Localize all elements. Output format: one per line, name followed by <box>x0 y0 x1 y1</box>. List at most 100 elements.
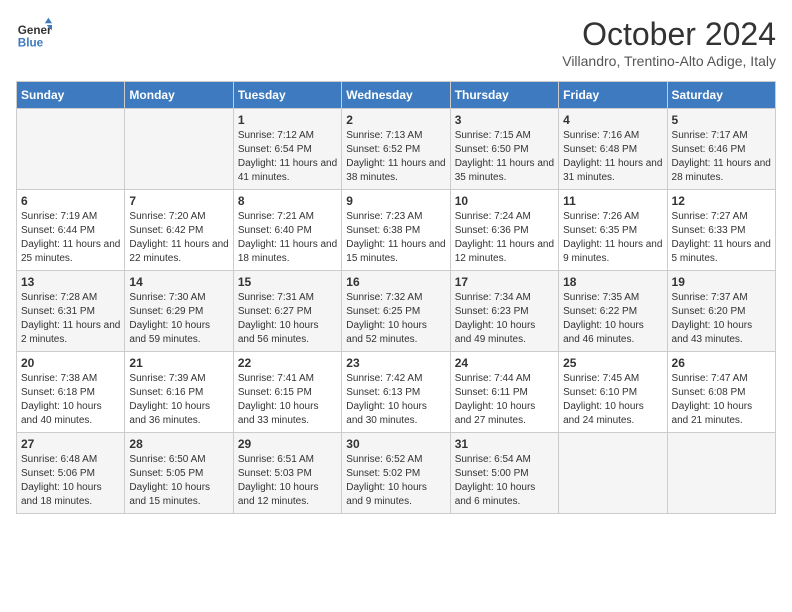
day-number: 5 <box>672 113 771 127</box>
day-number: 27 <box>21 437 120 451</box>
day-info: Sunrise: 7:44 AM Sunset: 6:11 PM Dayligh… <box>455 372 554 428</box>
svg-text:General: General <box>18 24 52 37</box>
calendar-cell: 19 Sunrise: 7:37 AM Sunset: 6:20 PM Dayli… <box>667 271 775 352</box>
day-info: Sunrise: 7:35 AM Sunset: 6:22 PM Dayligh… <box>563 291 662 347</box>
day-info: Sunrise: 7:41 AM Sunset: 6:15 PM Dayligh… <box>238 372 337 428</box>
day-info: Sunrise: 7:15 AM Sunset: 6:50 PM Dayligh… <box>455 129 554 185</box>
day-number: 24 <box>455 356 554 370</box>
day-header-wednesday: Wednesday <box>342 82 450 109</box>
day-info: Sunrise: 7:27 AM Sunset: 6:33 PM Dayligh… <box>672 210 771 266</box>
day-info: Sunrise: 7:12 AM Sunset: 6:54 PM Dayligh… <box>238 129 337 185</box>
calendar-cell: 25Sunrise: 7:45 AM Sunset: 6:10 PM Dayli… <box>559 352 667 433</box>
day-info: Sunrise: 7:21 AM Sunset: 6:40 PM Dayligh… <box>238 210 337 266</box>
logo: General Blue <box>16 16 52 52</box>
day-info: Sunrise: 7:16 AM Sunset: 6:48 PM Dayligh… <box>563 129 662 185</box>
calendar-cell <box>125 109 233 190</box>
day-number: 7 <box>129 194 228 208</box>
calendar-cell: 16 Sunrise: 7:32 AM Sunset: 6:25 PM Dayli… <box>342 271 450 352</box>
calendar-cell: 18 Sunrise: 7:35 AM Sunset: 6:22 PM Dayli… <box>559 271 667 352</box>
svg-text:Blue: Blue <box>18 37 44 50</box>
day-number: 19 <box>672 275 771 289</box>
day-number: 31 <box>455 437 554 451</box>
calendar-cell: 20Sunrise: 7:38 AM Sunset: 6:18 PM Dayli… <box>17 352 125 433</box>
calendar-cell: 26 Sunrise: 7:47 AM Sunset: 6:08 PM Dayli… <box>667 352 775 433</box>
day-info: Sunrise: 7:32 AM Sunset: 6:25 PM Dayligh… <box>346 291 445 347</box>
calendar-cell: 29 Sunrise: 6:51 AM Sunset: 5:03 PM Dayli… <box>233 433 341 514</box>
calendar-cell: 23Sunrise: 7:42 AM Sunset: 6:13 PM Dayli… <box>342 352 450 433</box>
day-info: Sunrise: 7:26 AM Sunset: 6:35 PM Dayligh… <box>563 210 662 266</box>
calendar-table: SundayMondayTuesdayWednesdayThursdayFrid… <box>16 81 776 514</box>
day-number: 8 <box>238 194 337 208</box>
day-info: Sunrise: 6:48 AM Sunset: 5:06 PM Dayligh… <box>21 453 120 509</box>
day-info: Sunrise: 7:45 AM Sunset: 6:10 PM Dayligh… <box>563 372 662 428</box>
calendar-cell: 4 Sunrise: 7:16 AM Sunset: 6:48 PM Daylig… <box>559 109 667 190</box>
calendar-cell: 6Sunrise: 7:19 AM Sunset: 6:44 PM Daylig… <box>17 190 125 271</box>
calendar-cell <box>667 433 775 514</box>
calendar-cell: 14 Sunrise: 7:30 AM Sunset: 6:29 PM Dayli… <box>125 271 233 352</box>
calendar-cell: 13Sunrise: 7:28 AM Sunset: 6:31 PM Dayli… <box>17 271 125 352</box>
day-info: Sunrise: 7:17 AM Sunset: 6:46 PM Dayligh… <box>672 129 771 185</box>
calendar-cell: 5 Sunrise: 7:17 AM Sunset: 6:46 PM Daylig… <box>667 109 775 190</box>
day-number: 14 <box>129 275 228 289</box>
day-info: Sunrise: 7:24 AM Sunset: 6:36 PM Dayligh… <box>455 210 554 266</box>
day-header-friday: Friday <box>559 82 667 109</box>
calendar-cell: 31 Sunrise: 6:54 AM Sunset: 5:00 PM Dayli… <box>450 433 558 514</box>
day-number: 28 <box>129 437 228 451</box>
calendar-cell: 3Sunrise: 7:15 AM Sunset: 6:50 PM Daylig… <box>450 109 558 190</box>
day-number: 10 <box>455 194 554 208</box>
calendar-cell: 8 Sunrise: 7:21 AM Sunset: 6:40 PM Daylig… <box>233 190 341 271</box>
location-subtitle: Villandro, Trentino-Alto Adige, Italy <box>562 53 776 69</box>
week-row-5: 27 Sunrise: 6:48 AM Sunset: 5:06 PM Dayli… <box>17 433 776 514</box>
day-number: 4 <box>563 113 662 127</box>
calendar-body: 1 Sunrise: 7:12 AM Sunset: 6:54 PM Daylig… <box>17 109 776 514</box>
calendar-cell: 10 Sunrise: 7:24 AM Sunset: 6:36 PM Dayli… <box>450 190 558 271</box>
day-info: Sunrise: 7:47 AM Sunset: 6:08 PM Dayligh… <box>672 372 771 428</box>
day-info: Sunrise: 7:42 AM Sunset: 6:13 PM Dayligh… <box>346 372 445 428</box>
day-number: 29 <box>238 437 337 451</box>
day-header-tuesday: Tuesday <box>233 82 341 109</box>
day-info: Sunrise: 7:31 AM Sunset: 6:27 PM Dayligh… <box>238 291 337 347</box>
day-info: Sunrise: 7:23 AM Sunset: 6:38 PM Dayligh… <box>346 210 445 266</box>
day-info: Sunrise: 6:54 AM Sunset: 5:00 PM Dayligh… <box>455 453 554 509</box>
calendar-cell: 1 Sunrise: 7:12 AM Sunset: 6:54 PM Daylig… <box>233 109 341 190</box>
calendar-cell: 24 Sunrise: 7:44 AM Sunset: 6:11 PM Dayli… <box>450 352 558 433</box>
day-info: Sunrise: 7:30 AM Sunset: 6:29 PM Dayligh… <box>129 291 228 347</box>
day-number: 6 <box>21 194 120 208</box>
day-info: Sunrise: 6:51 AM Sunset: 5:03 PM Dayligh… <box>238 453 337 509</box>
week-row-3: 13Sunrise: 7:28 AM Sunset: 6:31 PM Dayli… <box>17 271 776 352</box>
header-row: SundayMondayTuesdayWednesdayThursdayFrid… <box>17 82 776 109</box>
calendar-cell: 22 Sunrise: 7:41 AM Sunset: 6:15 PM Dayli… <box>233 352 341 433</box>
calendar-cell: 2 Sunrise: 7:13 AM Sunset: 6:52 PM Daylig… <box>342 109 450 190</box>
logo-icon: General Blue <box>16 16 52 52</box>
calendar-cell: 21 Sunrise: 7:39 AM Sunset: 6:16 PM Dayli… <box>125 352 233 433</box>
day-number: 21 <box>129 356 228 370</box>
day-info: Sunrise: 7:37 AM Sunset: 6:20 PM Dayligh… <box>672 291 771 347</box>
week-row-4: 20Sunrise: 7:38 AM Sunset: 6:18 PM Dayli… <box>17 352 776 433</box>
day-info: Sunrise: 7:20 AM Sunset: 6:42 PM Dayligh… <box>129 210 228 266</box>
day-number: 26 <box>672 356 771 370</box>
day-info: Sunrise: 7:34 AM Sunset: 6:23 PM Dayligh… <box>455 291 554 347</box>
calendar-cell: 15 Sunrise: 7:31 AM Sunset: 6:27 PM Dayli… <box>233 271 341 352</box>
day-header-sunday: Sunday <box>17 82 125 109</box>
day-number: 12 <box>672 194 771 208</box>
day-number: 16 <box>346 275 445 289</box>
week-row-1: 1 Sunrise: 7:12 AM Sunset: 6:54 PM Daylig… <box>17 109 776 190</box>
calendar-cell: 7 Sunrise: 7:20 AM Sunset: 6:42 PM Daylig… <box>125 190 233 271</box>
day-number: 13 <box>21 275 120 289</box>
title-block: October 2024 Villandro, Trentino-Alto Ad… <box>562 16 776 69</box>
month-title: October 2024 <box>562 16 776 53</box>
week-row-2: 6Sunrise: 7:19 AM Sunset: 6:44 PM Daylig… <box>17 190 776 271</box>
day-number: 1 <box>238 113 337 127</box>
calendar-cell: 9Sunrise: 7:23 AM Sunset: 6:38 PM Daylig… <box>342 190 450 271</box>
day-info: Sunrise: 7:39 AM Sunset: 6:16 PM Dayligh… <box>129 372 228 428</box>
day-number: 15 <box>238 275 337 289</box>
calendar-cell: 27 Sunrise: 6:48 AM Sunset: 5:06 PM Dayli… <box>17 433 125 514</box>
day-number: 2 <box>346 113 445 127</box>
day-number: 18 <box>563 275 662 289</box>
day-info: Sunrise: 7:13 AM Sunset: 6:52 PM Dayligh… <box>346 129 445 185</box>
day-number: 22 <box>238 356 337 370</box>
calendar-cell: 30Sunrise: 6:52 AM Sunset: 5:02 PM Dayli… <box>342 433 450 514</box>
calendar-cell: 11Sunrise: 7:26 AM Sunset: 6:35 PM Dayli… <box>559 190 667 271</box>
day-header-thursday: Thursday <box>450 82 558 109</box>
day-header-monday: Monday <box>125 82 233 109</box>
